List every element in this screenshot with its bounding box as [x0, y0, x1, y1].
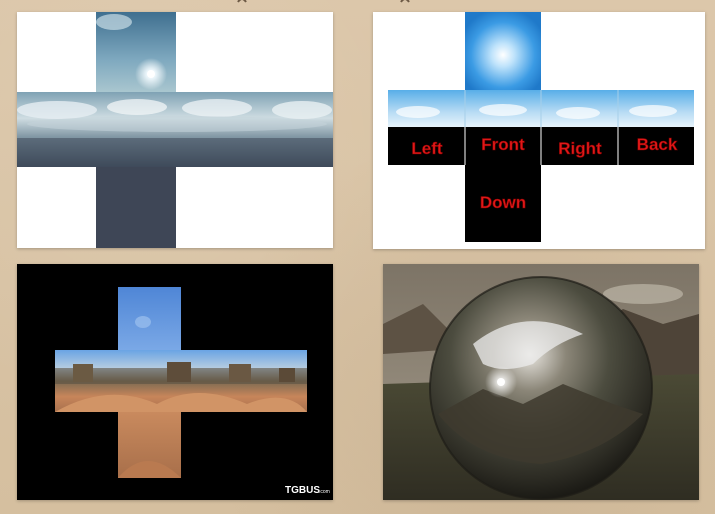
face-label-back: Back — [637, 135, 678, 154]
skybox-face-layout-panel: Left Front Right Back Down — [373, 12, 705, 249]
reflective-sphere-panel — [383, 264, 699, 500]
watermark-text: TGBUS — [285, 485, 320, 496]
face-label-down: Down — [480, 193, 526, 212]
skybox-cross-cloud-image — [17, 12, 333, 248]
title-fragment — [237, 0, 410, 3]
skybox-cross-cloud-panel — [17, 12, 333, 248]
watermark-suffix: .com — [319, 489, 330, 495]
skybox-cross-desert-panel: TGBUS .com — [17, 264, 333, 500]
face-label-left: Left — [411, 139, 443, 158]
skybox-cross-desert-image: TGBUS .com — [55, 287, 330, 496]
reflective-sphere-image — [383, 264, 699, 500]
skybox-face-layout-image: Left Front Right Back Down — [388, 12, 694, 242]
face-label-right: Right — [558, 139, 602, 158]
face-label-front: Front — [481, 135, 525, 154]
